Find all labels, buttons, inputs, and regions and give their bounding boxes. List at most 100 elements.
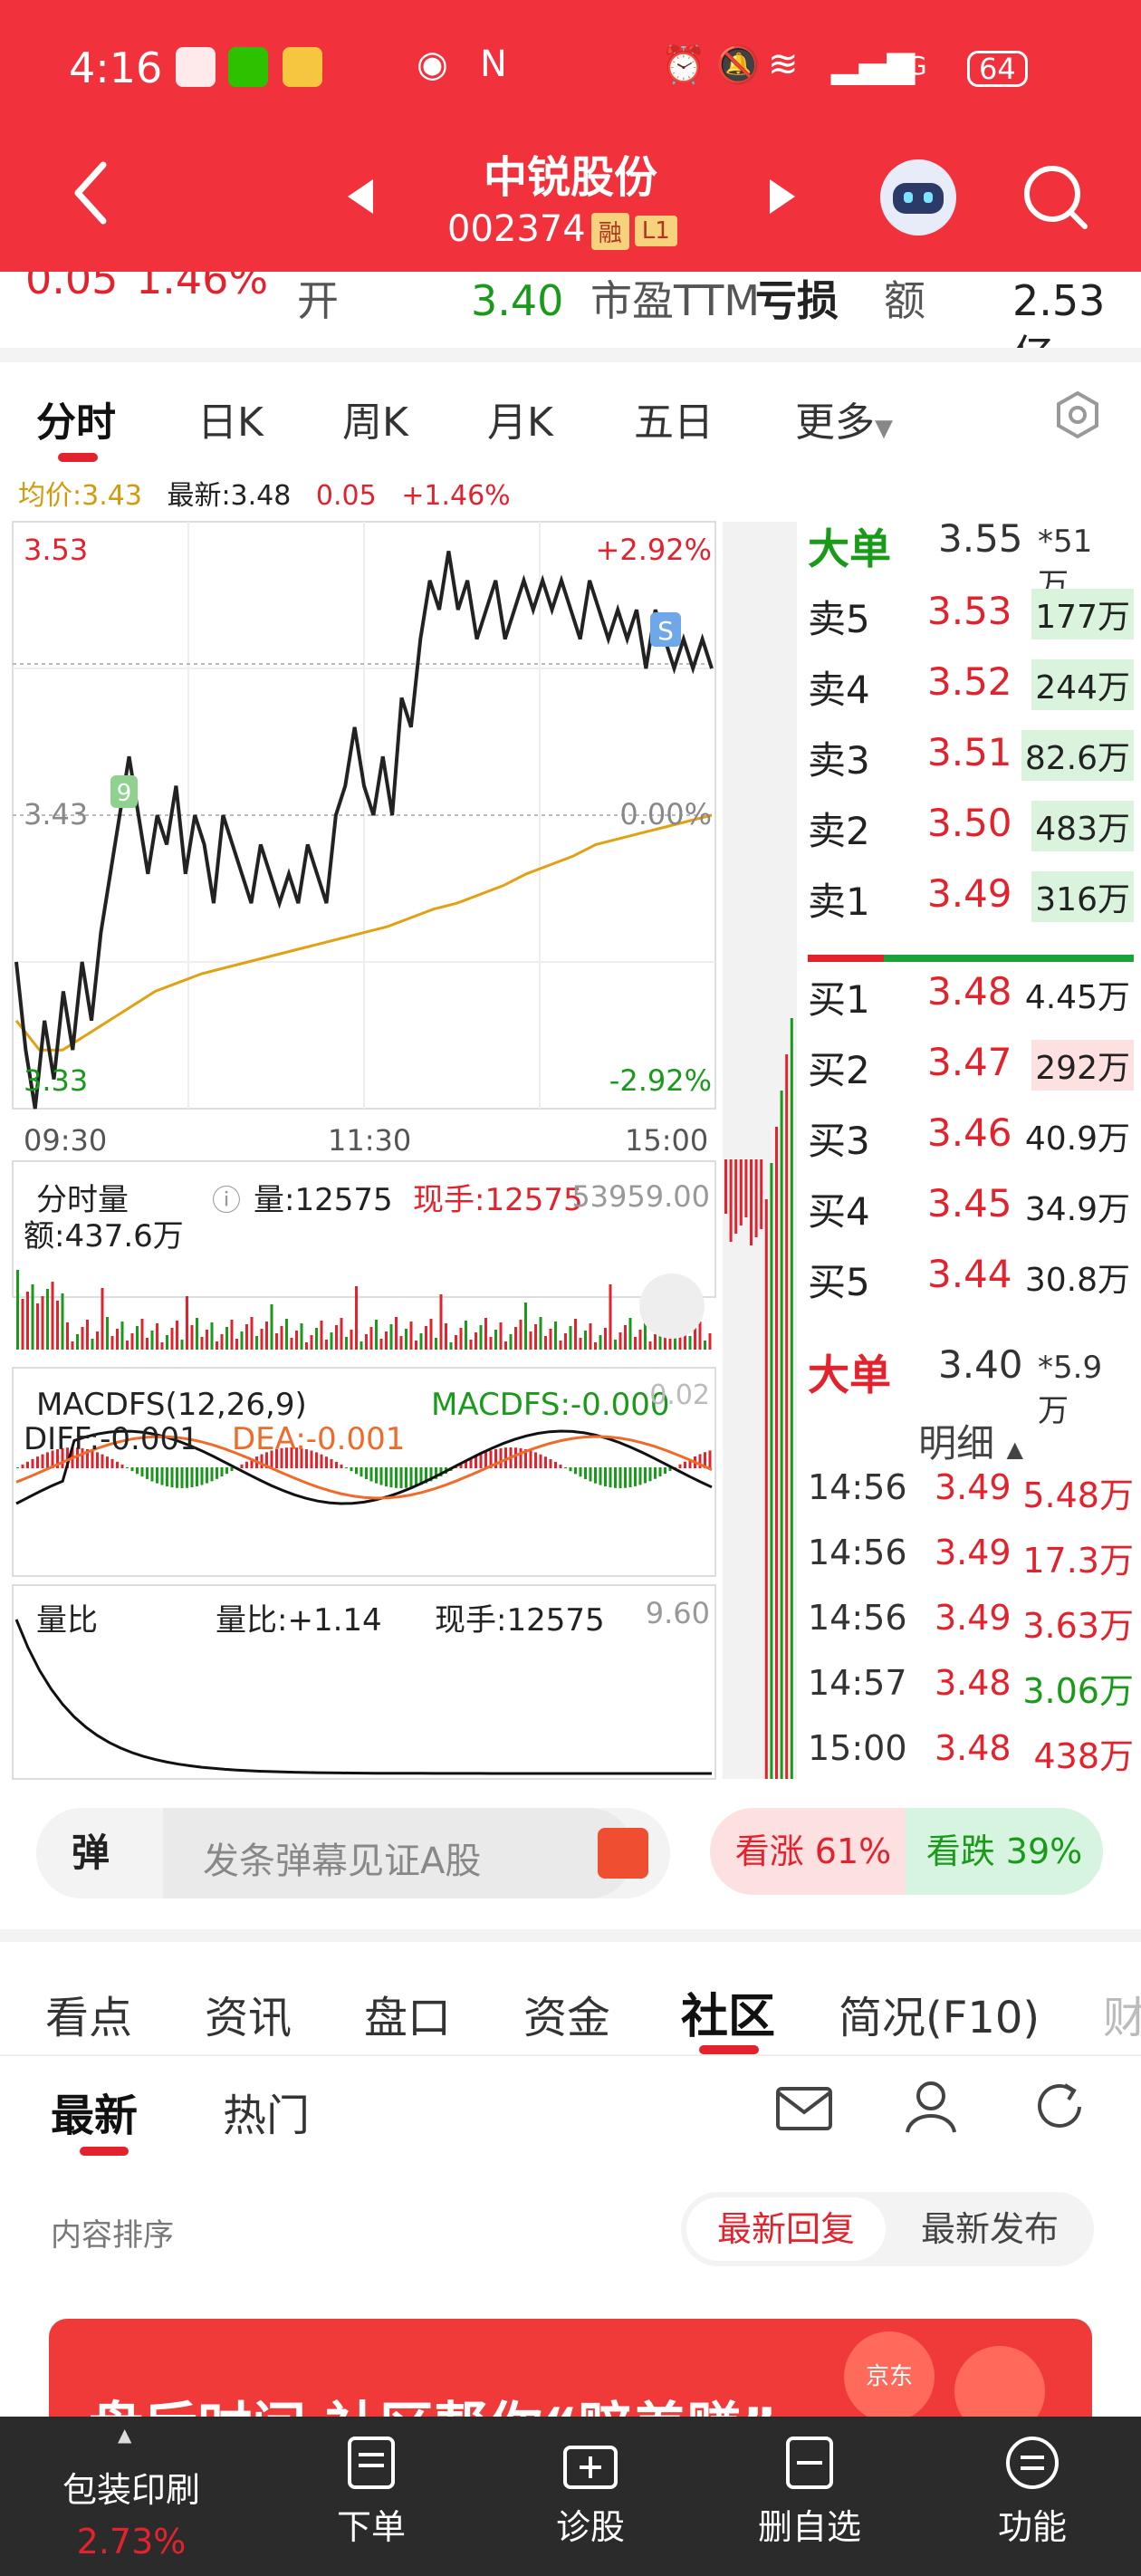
macd-bar — [190, 1467, 194, 1488]
bid-row[interactable]: 买2 3.47 292万 — [808, 1040, 1134, 1103]
sort-latest-post[interactable]: 最新发布 — [891, 2197, 1088, 2261]
volume-bar — [245, 1324, 248, 1350]
side-bar — [790, 1018, 793, 1779]
robot-assistant-icon[interactable] — [880, 159, 956, 235]
bid-row[interactable]: 买1 3.48 4.45万 — [808, 969, 1134, 1033]
open-label: 开 — [297, 276, 339, 325]
subtab-hot[interactable]: 热门 — [223, 2080, 310, 2143]
tab-five-day[interactable]: 五日 — [634, 389, 714, 447]
search-icon[interactable] — [1021, 163, 1090, 232]
big-order-bottom[interactable]: 大单 3.40 *5.9万 — [808, 1342, 1102, 1429]
tick-time: 14:56 — [808, 1467, 907, 1507]
tab-highlights[interactable]: 看点 — [45, 1982, 132, 2045]
macd-bar — [534, 1452, 537, 1468]
help-icon[interactable]: ⓘ — [212, 1183, 241, 1217]
pct-top-label: +2.92% — [596, 533, 712, 567]
tab-orderbook[interactable]: 盘口 — [364, 1982, 451, 2045]
ask-volume: 483万 — [1031, 801, 1134, 851]
tab-timeshare[interactable]: 分时 — [36, 389, 116, 447]
macd-bar — [26, 1461, 29, 1468]
volume-bar — [369, 1327, 373, 1350]
sort-latest-reply[interactable]: 最新回复 — [686, 2197, 886, 2261]
expand-icon[interactable] — [639, 1274, 705, 1339]
macd-bar — [554, 1461, 557, 1468]
danmu-bar[interactable]: 弹 发条弹幕见证A股 — [36, 1808, 670, 1898]
mail-icon[interactable] — [775, 2083, 833, 2134]
macd-bar — [549, 1458, 552, 1468]
volume-bar — [120, 1322, 124, 1350]
volume-bar — [624, 1325, 627, 1350]
ask-volume: 316万 — [1031, 871, 1134, 922]
bid-row[interactable]: 买3 3.46 40.9万 — [808, 1110, 1134, 1174]
volume-bar — [310, 1335, 313, 1350]
volume-bar — [206, 1330, 208, 1350]
promo-banner[interactable]: 盘后时间 社区帮你“赔差赚” 京东 — [49, 2319, 1092, 2427]
macd-bar — [475, 1456, 477, 1468]
macd-bar — [609, 1467, 612, 1488]
side-bar — [754, 1159, 758, 1237]
ask-row[interactable]: 卖3 3.51 82.6万 — [808, 730, 1134, 793]
tab-f10[interactable]: 简况(F10) — [839, 1982, 1040, 2045]
macd-bar — [210, 1467, 214, 1482]
sort-label: 内容排序 — [51, 2217, 174, 2254]
danmu-input[interactable]: 发条弹幕见证A股 — [203, 1831, 481, 1884]
macd-bar — [225, 1467, 228, 1475]
ask-row[interactable]: 卖4 3.52 244万 — [808, 659, 1134, 723]
tab-day-k[interactable]: 日K — [197, 389, 264, 447]
nav-diagnose[interactable]: 诊股 — [518, 2435, 663, 2549]
tab-community[interactable]: 社区 — [681, 1978, 775, 2046]
prev-stock-icon[interactable] — [348, 179, 373, 214]
bid-price: 3.45 — [927, 1181, 1012, 1226]
macd-bar — [539, 1454, 542, 1468]
big-order-top[interactable]: 大单 3.55 *51万 — [808, 516, 1092, 603]
detail-toggle[interactable]: 明细 ▲ — [808, 1413, 1134, 1467]
volume-bar — [469, 1340, 473, 1350]
divider — [0, 348, 1141, 362]
bid-row[interactable]: 买4 3.45 34.9万 — [808, 1181, 1134, 1245]
nav-order[interactable]: 下单 — [299, 2435, 444, 2549]
volume-bar — [494, 1330, 497, 1350]
bid-row[interactable]: 买5 3.44 30.8万 — [808, 1252, 1134, 1315]
tab-finance[interactable]: 财 — [1103, 1982, 1141, 2045]
gift-icon[interactable] — [598, 1828, 648, 1879]
volume-panel-title[interactable]: 分时量 — [36, 1182, 129, 1218]
tab-month-k[interactable]: 月K — [487, 389, 553, 447]
next-stock-icon[interactable] — [770, 179, 795, 214]
tab-more[interactable]: 更多▼ — [795, 389, 893, 447]
volume-bar — [330, 1332, 333, 1350]
subtab-latest[interactable]: 最新 — [51, 2080, 138, 2143]
sector-name[interactable]: 包装印刷 — [0, 2462, 263, 2512]
tab-news[interactable]: 资讯 — [205, 1982, 292, 2045]
ask-row[interactable]: 卖1 3.49 316万 — [808, 871, 1134, 935]
ask-row[interactable]: 卖5 3.53 177万 — [808, 589, 1134, 652]
menu-icon — [1006, 2437, 1059, 2489]
nav-remove-watch[interactable]: 删自选 — [737, 2435, 882, 2549]
volume-bar — [156, 1323, 158, 1350]
volume-bar — [509, 1334, 513, 1350]
vote-down-button[interactable]: 看跌 39% — [906, 1808, 1103, 1895]
macd-bar — [678, 1464, 682, 1468]
volume-bar — [41, 1296, 44, 1350]
ask-label: 卖1 — [808, 879, 870, 924]
macd-bar — [405, 1467, 408, 1488]
macd-bar — [664, 1467, 666, 1475]
ask-row[interactable]: 卖2 3.50 483万 — [808, 801, 1134, 864]
ask-volume: 177万 — [1031, 589, 1134, 639]
volume-bar — [360, 1341, 363, 1350]
volume-bar — [305, 1342, 308, 1350]
pct-bot-label: -2.92% — [609, 1063, 712, 1098]
nav-functions[interactable]: 功能 — [960, 2435, 1105, 2549]
tab-funds[interactable]: 资金 — [523, 1982, 610, 2045]
user-icon[interactable] — [904, 2078, 958, 2134]
timeshare-chart[interactable]: 3.53 3.43 3.33 +2.92% 0.00% -2.92% 09:30… — [0, 516, 797, 1784]
tick-volume: 438万 — [1033, 1736, 1134, 1776]
vote-up-button[interactable]: 看涨 61% — [710, 1808, 916, 1895]
macd-title[interactable]: MACDFS(12,26,9) — [36, 1387, 307, 1423]
volume-bar — [698, 1322, 702, 1350]
volume-ratio-title[interactable]: 量比 — [36, 1602, 98, 1639]
macd-bar — [196, 1467, 198, 1486]
tab-week-k[interactable]: 周K — [342, 389, 408, 447]
settings-icon[interactable] — [1050, 388, 1105, 442]
macd-bar — [604, 1467, 607, 1487]
refresh-icon[interactable] — [1031, 2078, 1088, 2136]
